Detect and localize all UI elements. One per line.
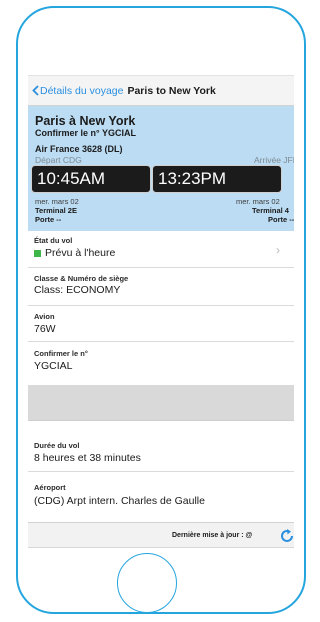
- flight-status-row[interactable]: État du vol Prévu à l'heure ›: [28, 231, 294, 268]
- departure-time: 10:45AM: [31, 165, 151, 193]
- airport-row: Aéroport (CDG) Arpt intern. Charles de G…: [28, 472, 294, 522]
- aircraft-row: Avion 76W: [28, 306, 294, 342]
- navigation-bar: Détails du voyage Paris to New York: [28, 76, 294, 106]
- seat-class-label: Classe & Numéro de siège: [34, 274, 129, 283]
- route-title: Paris à New York: [35, 114, 136, 128]
- status-indicator-icon: [34, 249, 41, 257]
- arrival-time: 13:23PM: [152, 165, 282, 193]
- duration-label: Durée du vol: [34, 441, 80, 450]
- back-button-label: Détails du voyage: [40, 84, 124, 97]
- departure-gate: Porte --: [35, 215, 62, 224]
- duration-value: 8 heures et 38 minutes: [34, 452, 141, 464]
- arrival-date: mer. mars 02: [236, 197, 280, 206]
- arrival-terminal: Terminal 4: [252, 206, 289, 215]
- flight-status-text: Prévu à l'heure: [45, 247, 116, 259]
- back-button[interactable]: Détails du voyage: [32, 85, 123, 97]
- chevron-left-icon: [32, 85, 39, 96]
- airline-flight-number: Air France 3628 (DL): [35, 144, 123, 154]
- departure-terminal: Terminal 2E: [35, 206, 77, 215]
- flight-status-label: État du vol: [34, 236, 73, 245]
- update-bar: Dernière mise à jour : @: [28, 522, 294, 547]
- flight-summary: Paris à New York Confirmer le n° YGCIAL …: [28, 106, 294, 231]
- phone-frame: Détails du voyage Paris to New York Pari…: [16, 6, 306, 614]
- arrival-gate: Porte --: [268, 215, 294, 224]
- chevron-right-icon: ›: [276, 243, 280, 257]
- seat-class-row: Classe & Numéro de siège Class: ECONOMY: [28, 268, 294, 306]
- airport-label: Aéroport: [34, 483, 66, 492]
- app-screen: Détails du voyage Paris to New York Pari…: [28, 75, 294, 548]
- aircraft-value: 76W: [34, 323, 56, 335]
- last-update-text: Dernière mise à jour : @: [172, 532, 253, 539]
- airport-value: (CDG) Arpt intern. Charles de Gaulle: [34, 495, 205, 507]
- departure-date: mer. mars 02: [35, 197, 79, 206]
- seat-class-value: Class: ECONOMY: [34, 284, 121, 296]
- departure-airport-label: Départ CDG: [35, 155, 82, 165]
- section-separator: [28, 385, 294, 421]
- page-title: Paris to New York: [127, 84, 216, 97]
- aircraft-label: Avion: [34, 312, 55, 321]
- arrival-airport-label: Arrivée JFK: [254, 155, 294, 165]
- confirmation-label: Confirmer le n°: [34, 349, 88, 358]
- confirmation-row: Confirmer le n° YGCIAL: [28, 342, 294, 385]
- refresh-icon[interactable]: [279, 528, 294, 544]
- flight-status-value: Prévu à l'heure: [34, 247, 115, 259]
- confirmation-value: YGCIAL: [34, 360, 73, 372]
- home-button[interactable]: [117, 553, 177, 613]
- confirmation-number: Confirmer le n° YGCIAL: [35, 128, 136, 138]
- duration-row: Durée du vol 8 heures et 38 minutes: [28, 421, 294, 472]
